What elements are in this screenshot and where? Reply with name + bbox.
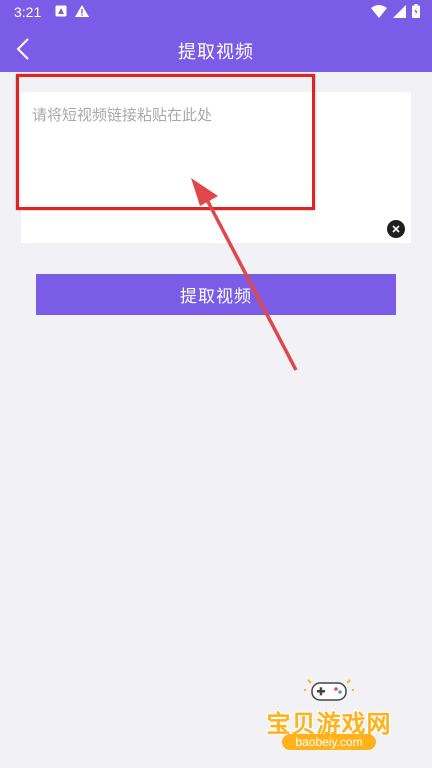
wifi-icon bbox=[371, 4, 387, 18]
clear-button[interactable] bbox=[387, 220, 405, 238]
app-bar: 提取视频 bbox=[0, 26, 432, 72]
system-icons bbox=[371, 4, 420, 18]
gamepad-icon bbox=[304, 679, 354, 701]
annotation-highlight-box bbox=[16, 74, 315, 210]
signal-icon bbox=[393, 4, 406, 18]
page-title: 提取视频 bbox=[178, 42, 254, 63]
warning-icon bbox=[75, 5, 89, 17]
watermark-url: baobeiy.com bbox=[282, 734, 376, 750]
extract-video-button[interactable]: 提取视频 bbox=[36, 274, 396, 315]
battery-icon bbox=[412, 4, 420, 18]
status-bar: 3:21 bbox=[0, 0, 432, 26]
status-time: 3:21 bbox=[14, 4, 42, 20]
app-notification-icon bbox=[55, 5, 67, 17]
watermark-logo: 宝贝游戏网 baobeiy.com bbox=[254, 678, 404, 754]
notification-icons bbox=[55, 5, 89, 17]
close-icon bbox=[392, 225, 400, 233]
